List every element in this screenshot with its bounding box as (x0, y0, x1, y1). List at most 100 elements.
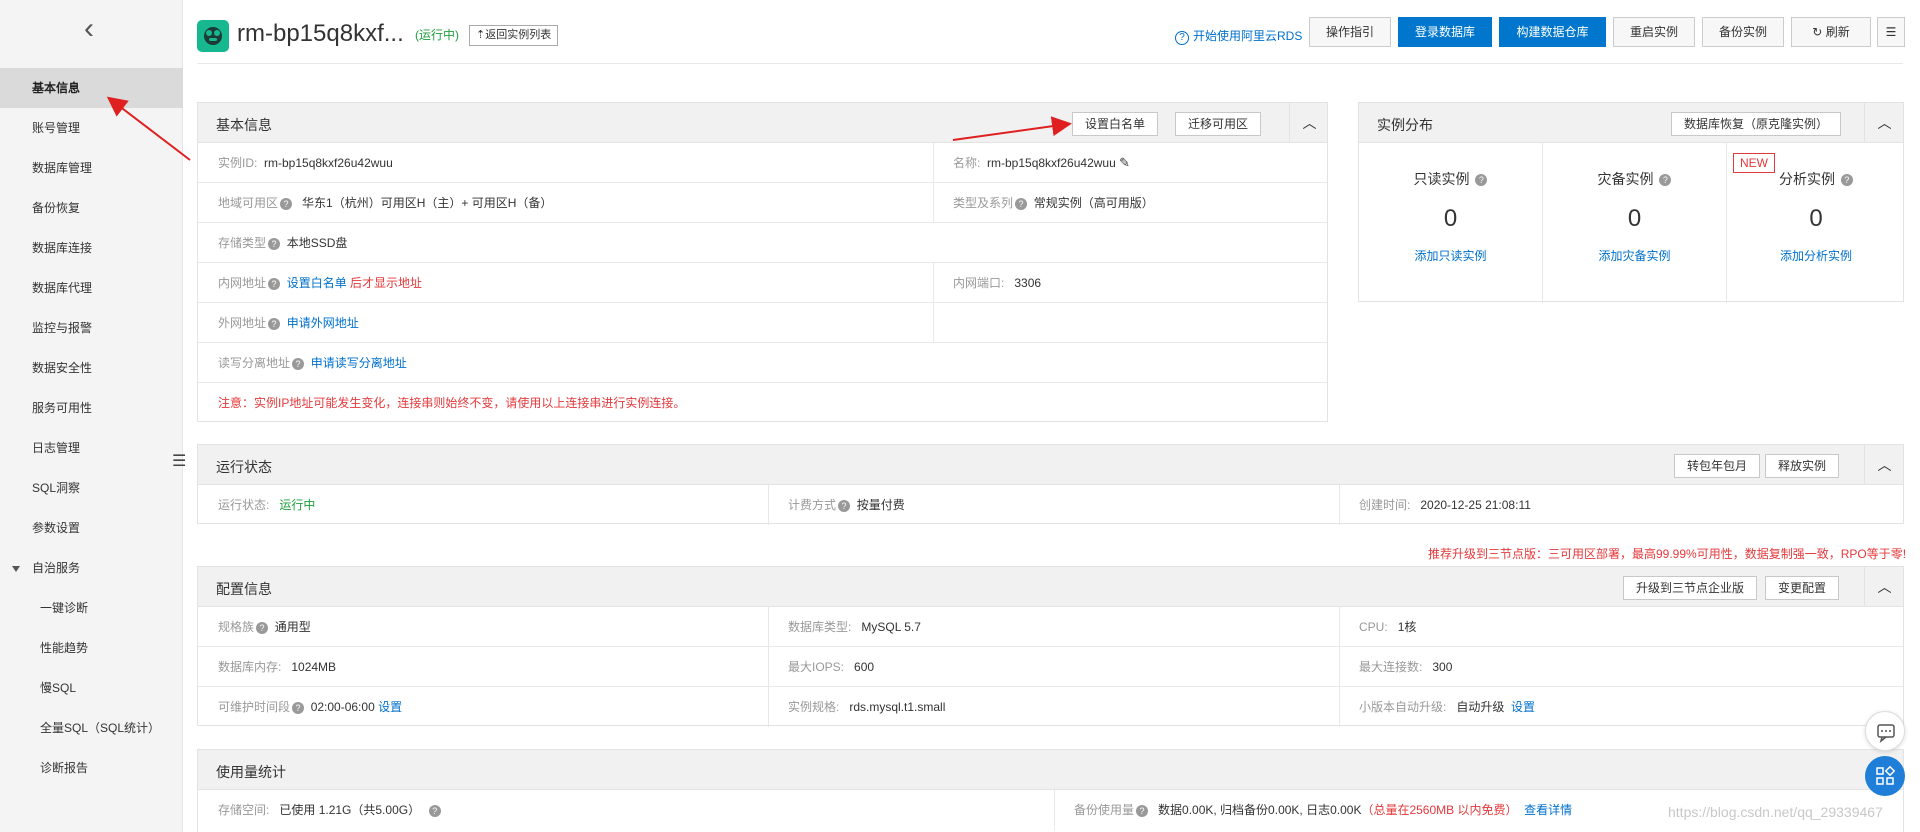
help-question-icon[interactable]: ? (1840, 174, 1853, 187)
sidebar-group-autonomy[interactable]: 自治服务 (0, 548, 183, 588)
back-chevron-icon[interactable]: ‹ (84, 14, 98, 44)
collapse-chevron-icon[interactable]: ︿ (1864, 445, 1904, 485)
sidebar-item-performance[interactable]: 性能趋势 (0, 628, 183, 668)
apply-internet-link[interactable]: 申请外网地址 (287, 316, 359, 330)
analytic-count[interactable]: 0 (1727, 205, 1905, 233)
sidebar-item-params[interactable]: 参数设置 (0, 508, 183, 548)
instance-class-value: rds.mysql.t1.small (849, 700, 946, 714)
collapse-chevron-icon[interactable]: ︿ (1864, 567, 1904, 607)
apps-grid-icon[interactable] (1865, 756, 1905, 796)
upgrade-three-node-button[interactable]: 升级到三节点企业版 (1623, 576, 1758, 600)
maint-setting-link[interactable]: 设置 (378, 700, 402, 714)
iops-value: 600 (854, 660, 875, 674)
sidebar-item-db-proxy[interactable]: 数据库代理 (0, 268, 183, 308)
help-question-icon[interactable]: ? (1015, 197, 1028, 210)
back-to-list-button[interactable]: ⇡返回实例列表 (469, 25, 559, 46)
cpu-field: CPU: 1核 (1359, 607, 1416, 647)
add-readonly-link[interactable]: 添加只读实例 (1359, 247, 1542, 264)
help-question-icon[interactable]: ? (1475, 174, 1488, 187)
chat-icon[interactable] (1865, 711, 1905, 751)
basic-info-panel: 基本信息 设置白名单 迁移可用区 ︿ 实例ID: rm-bp15q8kxf26u… (197, 102, 1328, 422)
rw-split-field: 读写分离地址? 申请读写分离地址 (218, 343, 407, 383)
sidebar-item-logs[interactable]: 日志管理 (0, 428, 183, 468)
sidebar-collapse-icon[interactable]: ☰ (172, 451, 186, 471)
sidebar-item-accounts[interactable]: 账号管理 (0, 108, 183, 148)
sidebar-item-db-connection[interactable]: 数据库连接 (0, 228, 183, 268)
backup-usage-label: 备份使用量 (1074, 803, 1135, 817)
sidebar-item-availability[interactable]: 服务可用性 (0, 388, 183, 428)
readonly-instances: 只读实例 ? 0 添加只读实例 (1359, 143, 1542, 303)
help-question-icon[interactable]: ? (256, 621, 269, 634)
port-value: 3306 (1014, 276, 1042, 290)
apply-rw-split-link[interactable]: 申请读写分离地址 (311, 356, 407, 370)
type-field: 类型及系列? 常规实例（高可用版） (953, 183, 1154, 223)
sidebar-item-diagnose[interactable]: 一键诊断 (0, 588, 183, 628)
refresh-label: 刷新 (1825, 25, 1850, 39)
sidebar-item-databases[interactable]: 数据库管理 (0, 148, 183, 188)
sidebar-item-full-sql[interactable]: 全量SQL（SQL统计） (0, 708, 183, 748)
return-arrow-icon: ⇡ (476, 29, 486, 41)
db-type-field: 数据库类型: MySQL 5.7 (788, 607, 921, 647)
convert-subscription-button[interactable]: 转包年包月 (1674, 454, 1761, 478)
spec-family-label: 规格族 (218, 620, 255, 634)
divider (1339, 647, 1340, 687)
sidebar-item-backup[interactable]: 备份恢复 (0, 188, 183, 228)
sidebar-item-monitoring[interactable]: 监控与报警 (0, 308, 183, 348)
help-link[interactable]: ? 开始使用阿里云RDS (1175, 27, 1302, 45)
sidebar-group-label: 自治服务 (32, 561, 81, 575)
analytic-instances: NEW 分析实例 ? 0 添加分析实例 (1727, 143, 1905, 303)
help-question-icon[interactable]: ? (428, 804, 441, 817)
help-question-icon[interactable]: ? (1659, 174, 1672, 187)
help-question-icon[interactable]: ? (292, 701, 305, 714)
build-warehouse-button[interactable]: 构建数据仓库 (1499, 17, 1606, 47)
login-db-button[interactable]: 登录数据库 (1398, 17, 1492, 47)
backup-free-note: （总量在2560MB 以内免费） (1361, 803, 1518, 817)
sidebar-item-security[interactable]: 数据安全性 (0, 348, 183, 388)
instance-distribution-panel: 实例分布 数据库恢复（原克隆实例） ︿ 只读实例 ? 0 添加只读实例 灾备实例… (1358, 102, 1905, 303)
help-question-icon[interactable]: ? (268, 317, 281, 330)
type-label: 类型及系列 (953, 196, 1014, 210)
restart-button[interactable]: 重启实例 (1613, 17, 1695, 47)
release-instance-button[interactable]: 释放实例 (1765, 454, 1840, 478)
help-question-icon[interactable]: ? (838, 499, 851, 512)
created-field: 创建时间: 2020-12-25 21:08:11 (1359, 485, 1531, 525)
intranet-field: 内网地址? 设置白名单 后才显示地址 (218, 263, 422, 303)
guide-button[interactable]: 操作指引 (1309, 17, 1391, 47)
config-title: 配置信息 (216, 581, 272, 597)
storage-label: 存储类型 (218, 236, 267, 250)
help-question-icon[interactable]: ? (268, 277, 281, 290)
sidebar-item-slow-sql[interactable]: 慢SQL (0, 668, 183, 708)
help-icon: ? (1175, 31, 1189, 45)
refresh-button[interactable]: ↻ 刷新 (1791, 17, 1871, 47)
sidebar-item-basic-info[interactable]: 基本信息 (0, 68, 183, 108)
help-question-icon[interactable]: ? (1136, 804, 1149, 817)
db-restore-button[interactable]: 数据库恢复（原克隆实例） (1671, 112, 1842, 136)
migrate-zone-button[interactable]: 迁移可用区 (1175, 112, 1262, 136)
collapse-chevron-icon[interactable]: ︿ (1289, 103, 1329, 143)
maint-window-label: 可维护时间段 (218, 700, 291, 714)
distribution-header: 实例分布 数据库恢复（原克隆实例） ︿ (1359, 103, 1903, 143)
name-label: 名称: (953, 156, 981, 170)
change-config-button[interactable]: 变更配置 (1765, 576, 1840, 600)
storage-value: 本地SSD盘 (286, 236, 348, 250)
info-row: 注意：实例IP地址可能发生变化，连接串则始终不变，请使用以上连接串进行实例连接。 (198, 383, 1327, 423)
help-question-icon[interactable]: ? (280, 197, 293, 210)
set-whitelist-button[interactable]: 设置白名单 (1072, 112, 1159, 136)
minor-upgrade-value: 自动升级 (1456, 700, 1505, 714)
info-row: 数据库内存: 1024MB 最大IOPS: 600 最大连接数: 300 (198, 647, 1903, 687)
backup-button[interactable]: 备份实例 (1702, 17, 1784, 47)
list-menu-icon[interactable]: ☰ (1877, 17, 1905, 47)
minor-upgrade-setting-link[interactable]: 设置 (1511, 700, 1535, 714)
sidebar-item-sql-insight[interactable]: SQL洞察 (0, 468, 183, 508)
sidebar-item-report[interactable]: 诊断报告 (0, 748, 183, 788)
info-row: 规格族? 通用型 数据库类型: MySQL 5.7 CPU: 1核 (198, 607, 1903, 647)
add-disaster-link[interactable]: 添加灾备实例 (1543, 247, 1726, 264)
help-question-icon[interactable]: ? (268, 237, 281, 250)
set-whitelist-link[interactable]: 设置白名单 (287, 276, 347, 290)
minor-upgrade-label: 小版本自动升级: (1359, 700, 1447, 714)
help-question-icon[interactable]: ? (292, 357, 305, 370)
view-details-link[interactable]: 查看详情 (1524, 803, 1572, 817)
add-analytic-link[interactable]: 添加分析实例 (1727, 247, 1905, 264)
edit-pencil-icon[interactable]: ✎ (1119, 155, 1130, 170)
collapse-chevron-icon[interactable]: ︿ (1864, 103, 1904, 143)
